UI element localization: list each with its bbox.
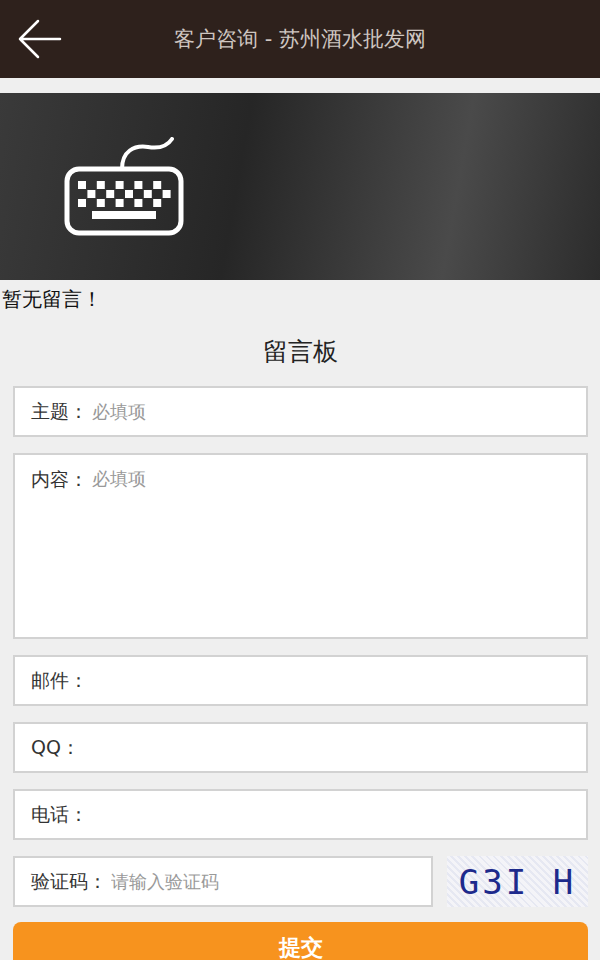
page-title: 客户咨询 - 苏州酒水批发网 — [80, 25, 520, 53]
captcha-image[interactable]: G3I H — [447, 856, 588, 907]
header-bar: 客户咨询 - 苏州酒水批发网 — [0, 0, 600, 78]
content-area: 暂无留言！ 留言板 主题： 内容： 邮件： QQ： 电话： 验证码： G3I H… — [0, 280, 600, 960]
content-textarea[interactable] — [88, 465, 574, 625]
form-field[interactable]: 电话： — [13, 789, 588, 840]
text-input[interactable] — [88, 670, 574, 691]
form-field[interactable]: QQ： — [13, 722, 588, 773]
captcha-field[interactable]: 验证码： — [13, 856, 433, 907]
captcha-row: 验证码： G3I H — [13, 856, 588, 907]
captcha-input[interactable] — [107, 871, 419, 892]
form-title: 留言板 — [0, 318, 600, 386]
form-field[interactable]: 主题： — [13, 386, 588, 437]
banner-image — [0, 93, 600, 280]
field-label: 邮件： — [31, 668, 88, 694]
content-field[interactable]: 内容： — [13, 453, 588, 639]
text-input[interactable] — [88, 401, 574, 422]
field-label: 内容： — [31, 465, 88, 493]
message-form: 主题： 内容： 邮件： QQ： 电话： 验证码： G3I H 提交 — [0, 386, 600, 960]
page: 客户咨询 - 苏州酒水批发网 暂无留言！ 留言板 主题： 内容： 邮件： QQ：… — [0, 0, 600, 960]
back-button[interactable] — [0, 19, 80, 59]
field-label: QQ： — [31, 735, 80, 761]
form-field[interactable]: 邮件： — [13, 655, 588, 706]
text-input[interactable] — [80, 737, 574, 758]
captcha-code: G3I H — [459, 862, 576, 902]
text-input[interactable] — [88, 804, 574, 825]
submit-button[interactable]: 提交 — [13, 922, 588, 960]
field-label: 电话： — [31, 802, 88, 828]
empty-message: 暂无留言！ — [0, 280, 600, 318]
keyboard-icon — [64, 137, 184, 237]
back-arrow-icon — [16, 19, 62, 59]
field-label: 主题： — [31, 399, 88, 425]
field-label: 验证码： — [31, 869, 107, 895]
